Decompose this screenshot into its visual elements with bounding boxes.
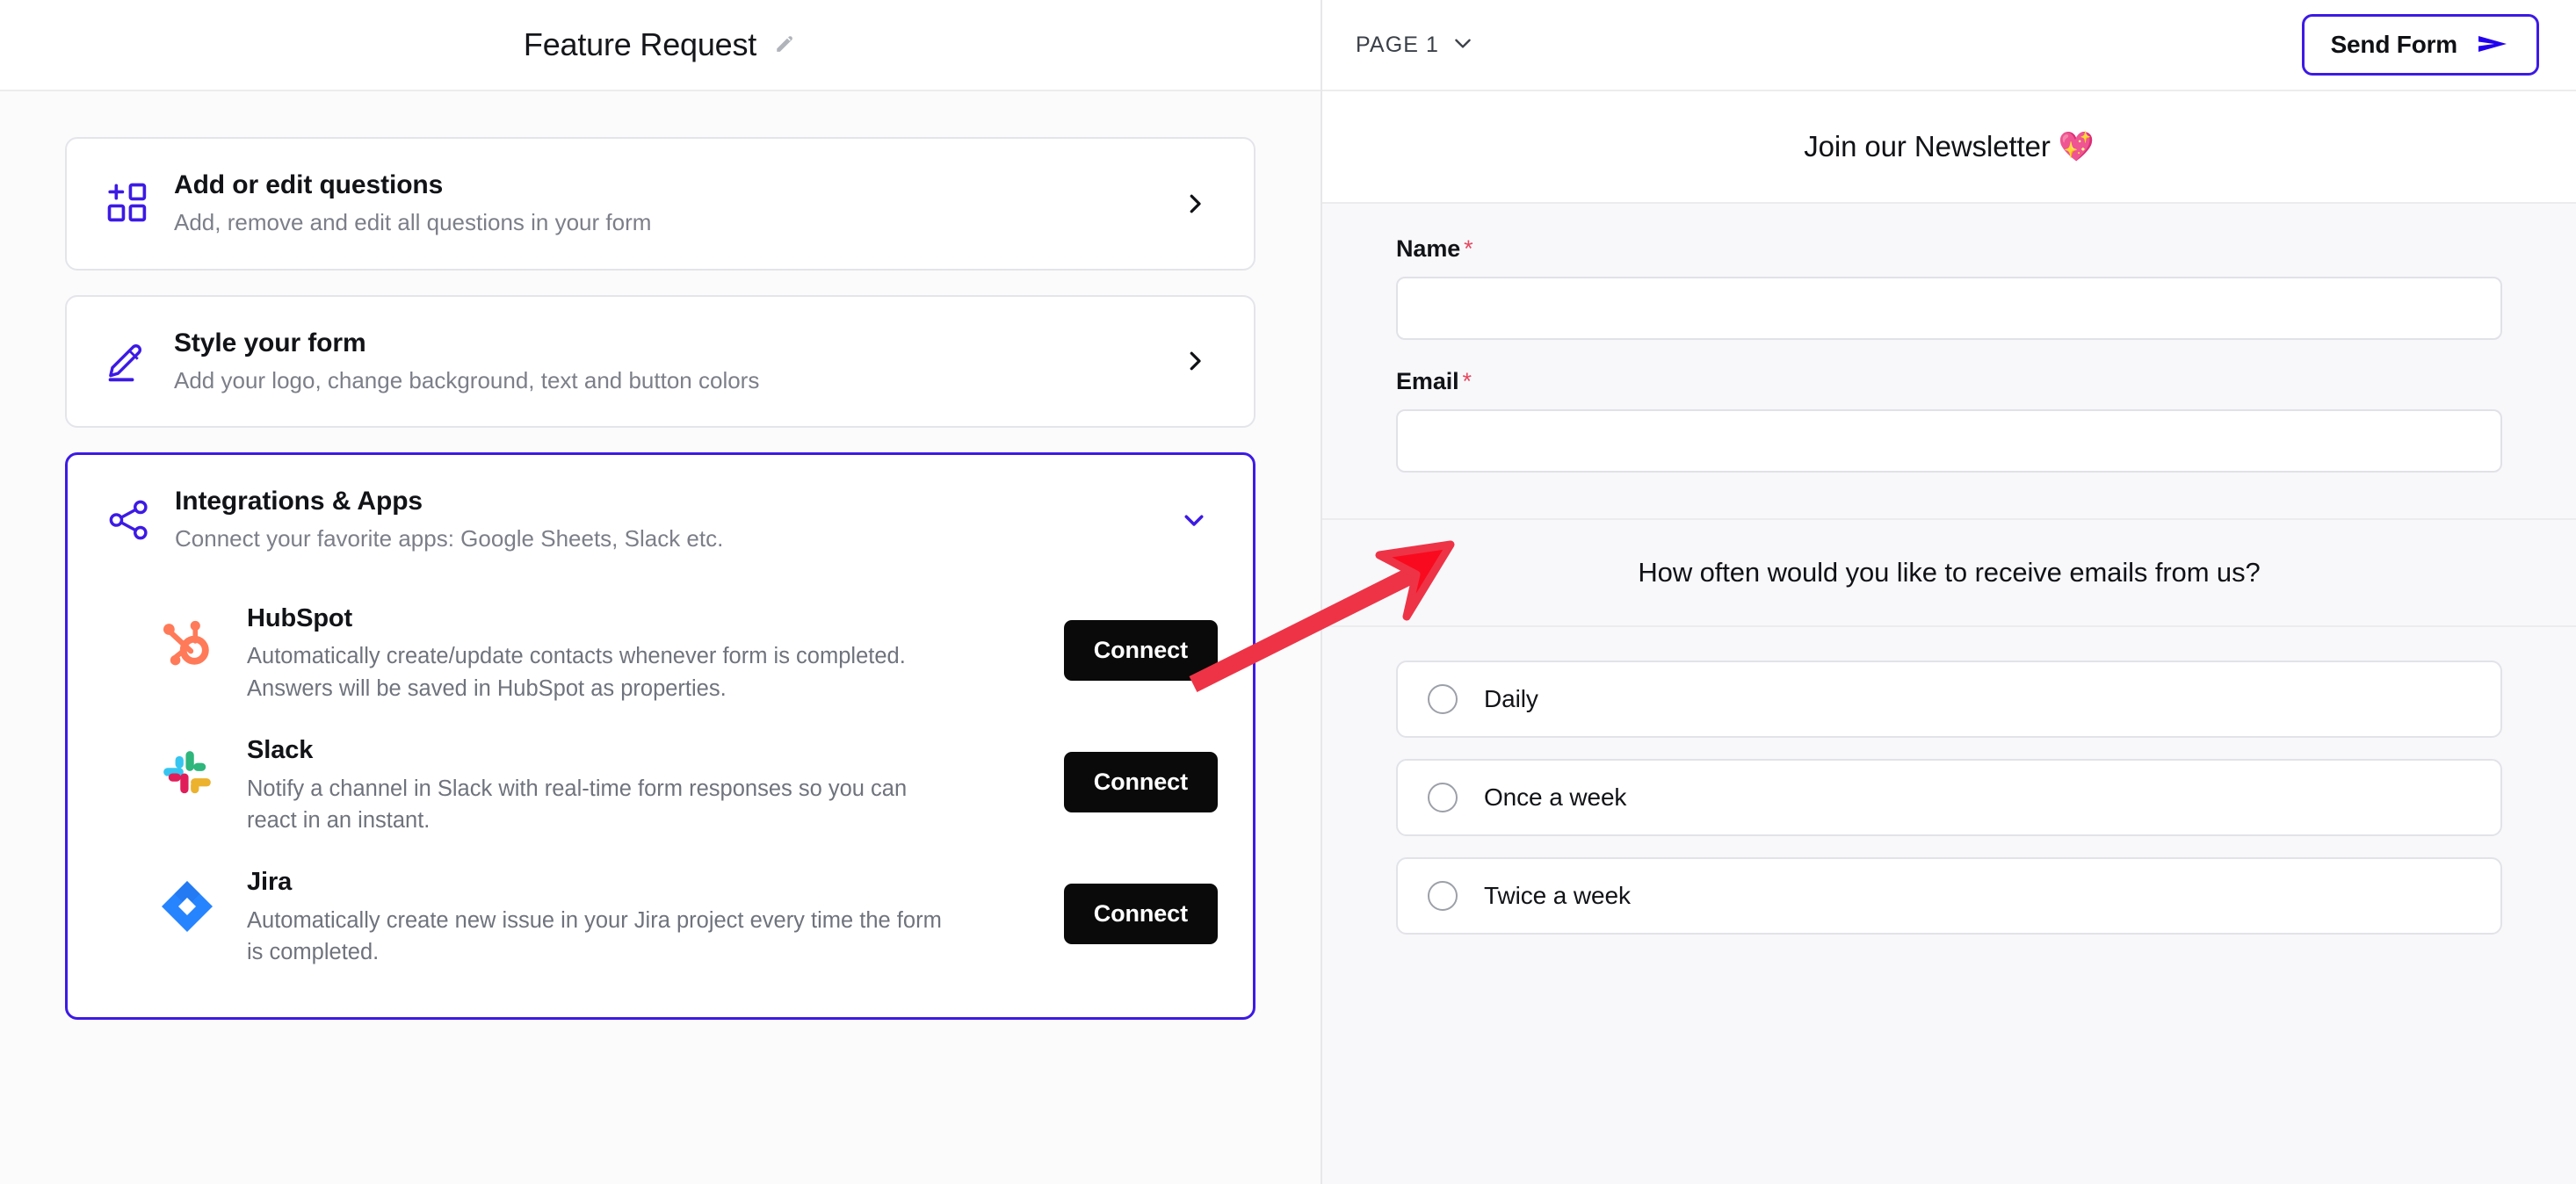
jira-logo bbox=[156, 875, 219, 938]
radio-icon[interactable] bbox=[1428, 881, 1458, 911]
card-text: Style your form Add your logo, change ba… bbox=[163, 327, 1171, 397]
radio-options-group: Daily Once a week Twice a week bbox=[1322, 627, 2576, 935]
page-selector[interactable]: PAGE 1 bbox=[1356, 32, 1474, 59]
email-input[interactable] bbox=[1396, 409, 2502, 473]
send-form-label: Send Form bbox=[2330, 31, 2458, 58]
chevron-right-icon[interactable] bbox=[1171, 191, 1219, 217]
connect-button-hubspot[interactable]: Connect bbox=[1063, 619, 1218, 681]
pencil-icon[interactable] bbox=[772, 31, 797, 60]
slack-logo bbox=[156, 743, 219, 806]
pencil-underline-icon bbox=[105, 338, 163, 384]
list-item: Slack Notify a channel in Slack with rea… bbox=[68, 718, 1253, 850]
card-integrations-apps[interactable]: Integrations & Apps Connect your favorit… bbox=[65, 452, 1255, 1021]
integration-name: Slack bbox=[247, 735, 314, 764]
card-title: Integrations & Apps bbox=[175, 487, 423, 516]
add-grid-icon bbox=[105, 181, 163, 227]
card-text: Add or edit questions Add, remove and ed… bbox=[163, 169, 1171, 239]
radio-icon[interactable] bbox=[1428, 783, 1458, 812]
radio-icon[interactable] bbox=[1428, 684, 1458, 714]
chevron-right-icon[interactable] bbox=[1171, 348, 1219, 374]
card-header[interactable]: Style your form Add your logo, change ba… bbox=[67, 297, 1254, 427]
card-title: Style your form bbox=[174, 328, 366, 357]
chevron-down-icon[interactable] bbox=[1451, 32, 1474, 59]
page-title: Feature Request bbox=[523, 26, 757, 62]
preview-body: Name * Email * How often would you like to… bbox=[1322, 204, 2576, 1184]
integration-description: Notify a channel in Slack with real-time… bbox=[247, 776, 908, 833]
card-header[interactable]: Integrations & Apps Connect your favorit… bbox=[68, 455, 1253, 585]
integration-description: Automatically create/update contacts whe… bbox=[247, 644, 906, 701]
integration-name: Jira bbox=[247, 867, 293, 896]
email-label-text: Email bbox=[1396, 368, 1459, 394]
integration-list: HubSpot Automatically create/update cont… bbox=[68, 585, 1253, 1017]
preview-title-band: Join our Newsletter 💖 bbox=[1322, 91, 2576, 204]
integration-name: HubSpot bbox=[247, 603, 353, 632]
connect-button-slack[interactable]: Connect bbox=[1063, 751, 1218, 812]
card-style-your-form[interactable]: Style your form Add your logo, change ba… bbox=[65, 294, 1255, 429]
list-item: HubSpot Automatically create/update cont… bbox=[68, 587, 1253, 718]
card-subtitle: Add your logo, change background, text a… bbox=[174, 366, 760, 393]
option-twice-a-week[interactable]: Twice a week bbox=[1396, 857, 2502, 935]
card-header[interactable]: Add or edit questions Add, remove and ed… bbox=[67, 139, 1254, 269]
share-network-icon bbox=[106, 497, 164, 543]
required-marker: * bbox=[1462, 368, 1473, 394]
form-preview-panel: PAGE 1 Send Form Join our Newsletter 💖 N… bbox=[1321, 0, 2576, 1184]
list-item: Jira Automatically create new issue in y… bbox=[68, 850, 1253, 982]
card-subtitle: Add, remove and edit all questions in yo… bbox=[174, 209, 652, 236]
form-editor-panel: Feature Request Add or edit questions Ad… bbox=[0, 0, 1321, 1184]
card-title: Add or edit questions bbox=[174, 170, 444, 199]
form-editor-sections: Add or edit questions Add, remove and ed… bbox=[0, 91, 1321, 1184]
list-item-text: HubSpot Automatically create/update cont… bbox=[219, 601, 1064, 704]
email-field-label: Email * bbox=[1396, 368, 2502, 395]
app-root: Feature Request Add or edit questions Ad… bbox=[0, 0, 2576, 1184]
option-label: Twice a week bbox=[1484, 882, 1631, 909]
list-item-text: Jira Automatically create new issue in y… bbox=[219, 864, 1064, 968]
send-paper-plane-icon bbox=[2477, 32, 2510, 59]
required-marker: * bbox=[1464, 235, 1473, 262]
chevron-down-icon[interactable] bbox=[1170, 507, 1218, 533]
option-daily[interactable]: Daily bbox=[1396, 661, 2502, 738]
integration-description: Automatically create new issue in your J… bbox=[247, 907, 942, 964]
card-subtitle: Connect your favorite apps: Google Sheet… bbox=[175, 525, 724, 552]
name-input[interactable] bbox=[1396, 277, 2502, 340]
option-label: Daily bbox=[1484, 685, 1538, 712]
question-band: How often would you like to receive emai… bbox=[1322, 520, 2576, 627]
card-text: Integrations & Apps Connect your favorit… bbox=[164, 485, 1170, 555]
name-field-label: Name * bbox=[1396, 235, 2502, 263]
name-label-text: Name bbox=[1396, 235, 1461, 262]
preview-form-title: Join our Newsletter 💖 bbox=[1804, 129, 2095, 162]
card-add-edit-questions[interactable]: Add or edit questions Add, remove and ed… bbox=[65, 137, 1255, 271]
connect-button-jira[interactable]: Connect bbox=[1063, 883, 1218, 944]
page-label: PAGE 1 bbox=[1356, 32, 1440, 57]
option-once-a-week[interactable]: Once a week bbox=[1396, 759, 2502, 836]
form-editor-header: Feature Request bbox=[0, 0, 1321, 91]
question-text: How often would you like to receive emai… bbox=[1638, 557, 2261, 588]
send-form-button[interactable]: Send Form bbox=[2301, 14, 2539, 76]
field-block-email: Email * bbox=[1322, 340, 2576, 473]
list-item-text: Slack Notify a channel in Slack with rea… bbox=[219, 733, 1064, 836]
option-label: Once a week bbox=[1484, 783, 1627, 811]
preview-header: PAGE 1 Send Form bbox=[1322, 0, 2576, 91]
hubspot-logo bbox=[156, 611, 219, 675]
field-block-name: Name * bbox=[1322, 204, 2576, 340]
